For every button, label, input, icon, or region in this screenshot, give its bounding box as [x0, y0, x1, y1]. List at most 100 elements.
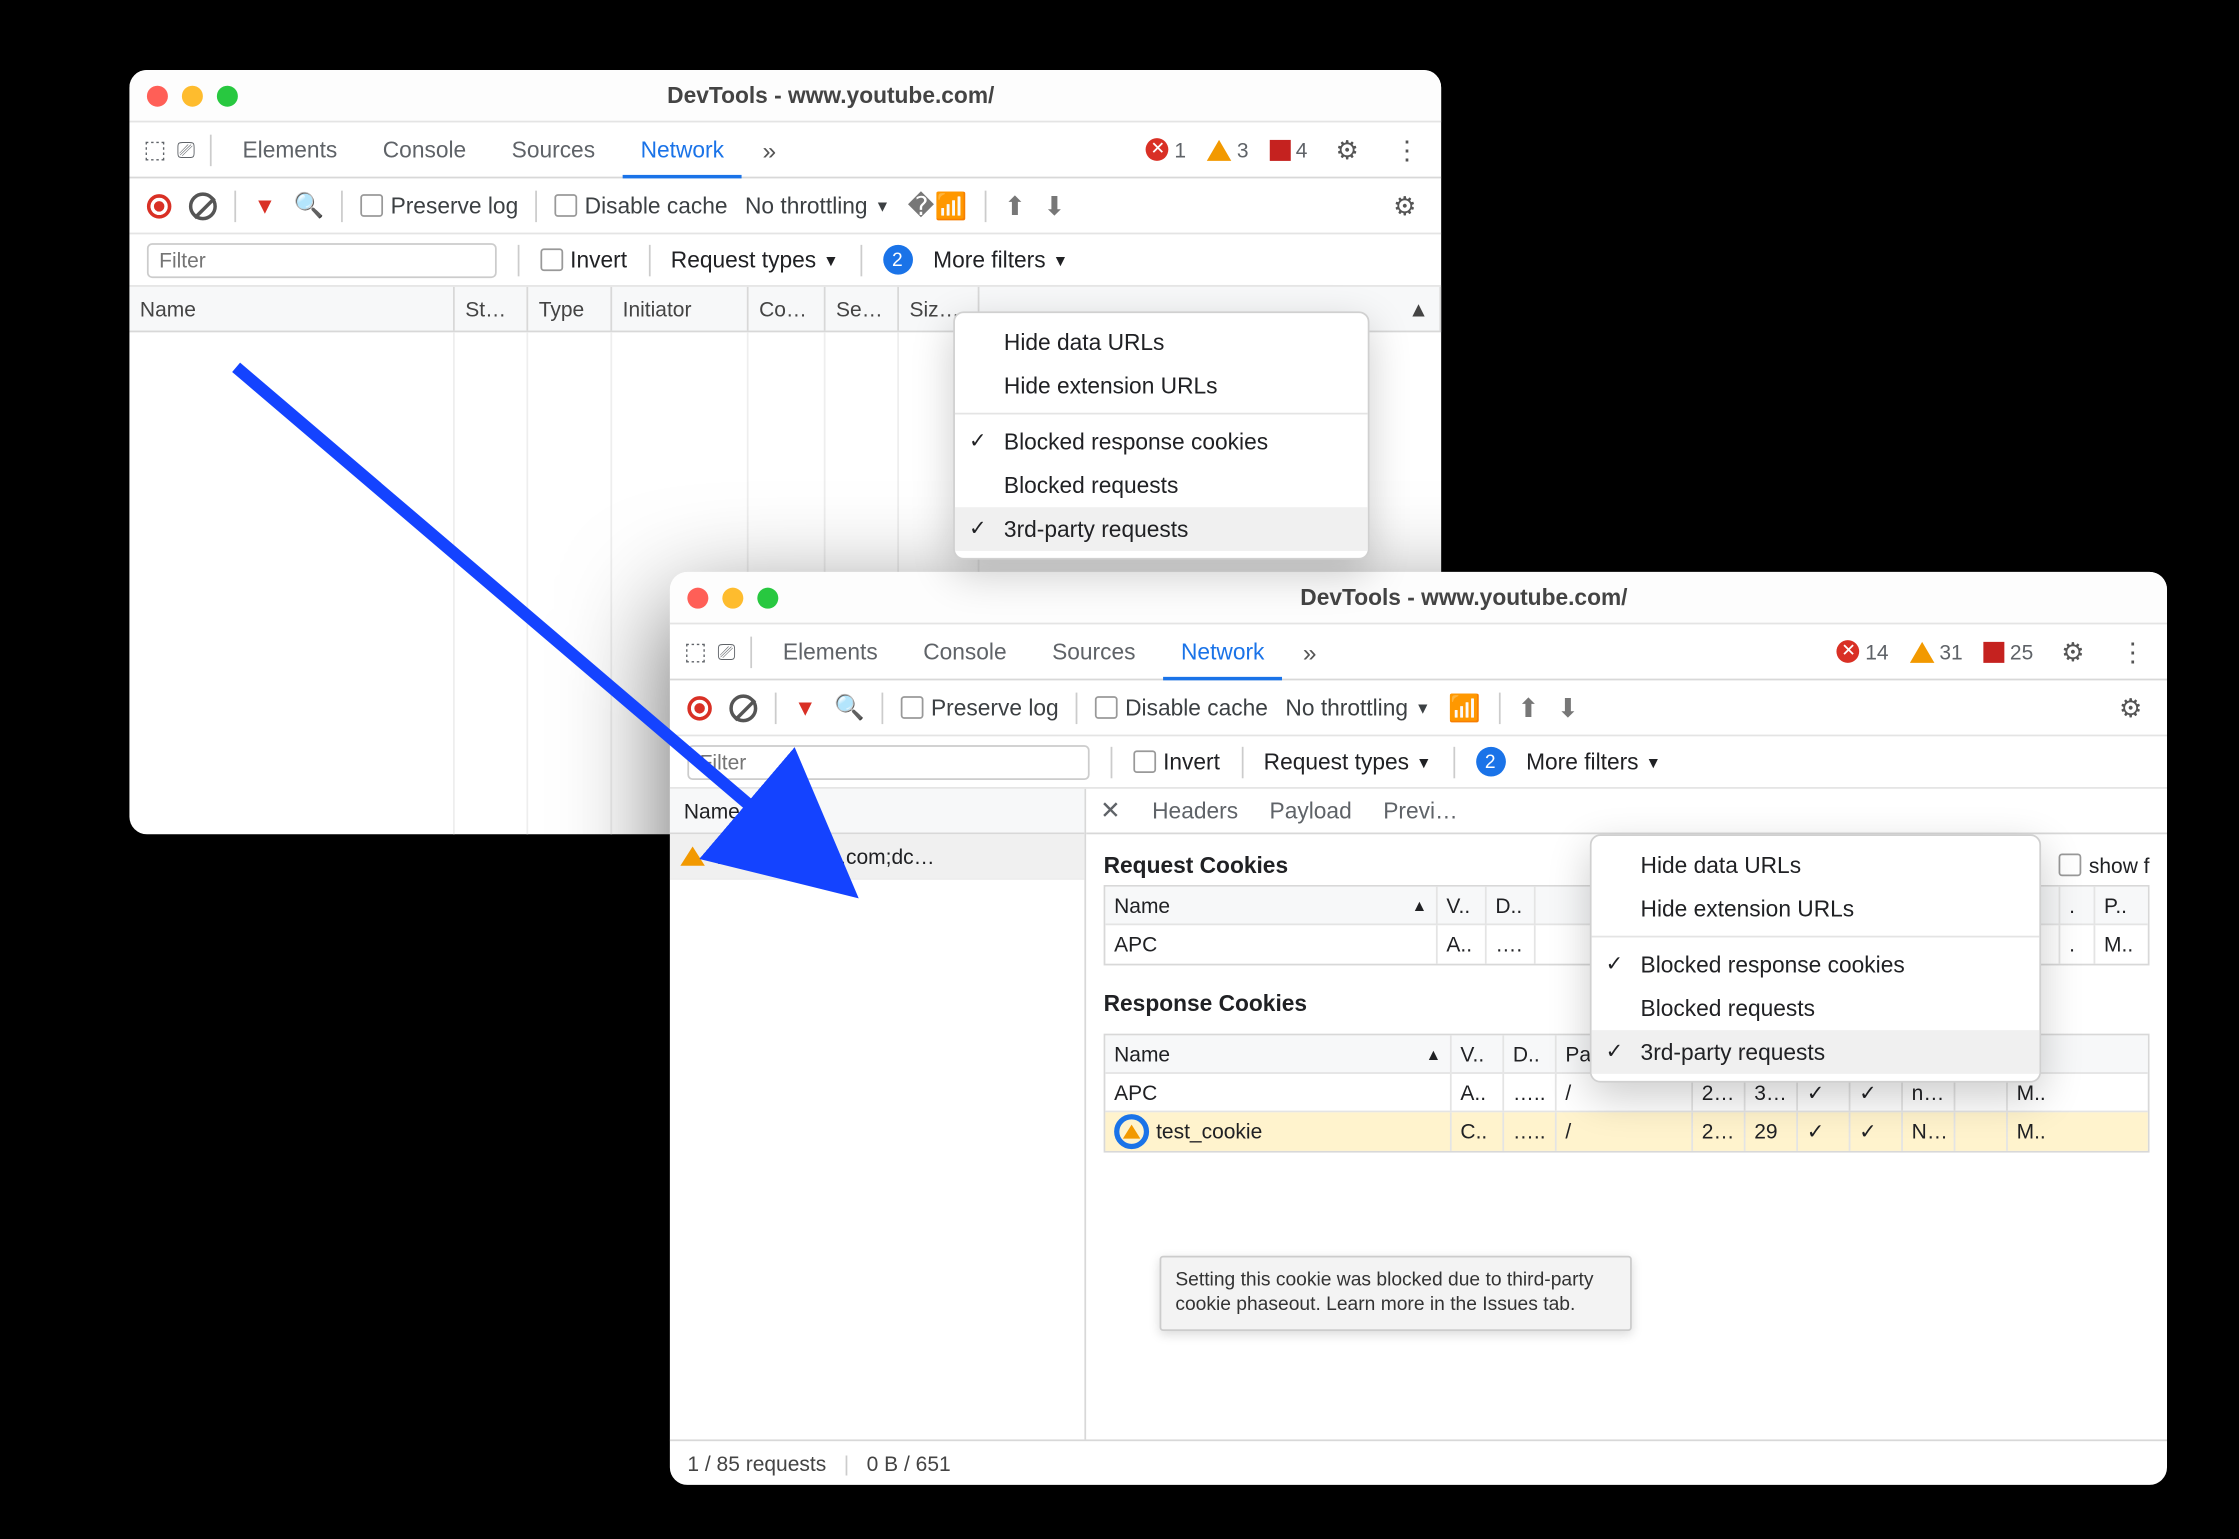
search-icon[interactable]: 🔍	[834, 693, 864, 723]
issue-count[interactable]: 4	[1270, 137, 1308, 161]
menu-blocked-response-cookies[interactable]: Blocked response cookies	[1592, 943, 2040, 987]
request-row[interactable]: www.youtube.com;dc…	[670, 834, 1085, 879]
more-filters-select[interactable]: More filters▼	[933, 247, 1068, 273]
download-icon[interactable]: ⬇	[1557, 692, 1579, 723]
invert-checkbox[interactable]: Invert	[1133, 749, 1220, 775]
issue-count[interactable]: 25	[1984, 639, 2034, 663]
zoom-icon[interactable]	[217, 85, 238, 106]
record-icon[interactable]	[147, 193, 171, 217]
window-title: DevTools - www.youtube.com/	[778, 584, 2149, 610]
col-p[interactable]: P..	[2095, 887, 2147, 924]
col-initiator[interactable]: Initiator	[612, 287, 748, 331]
menu-blocked-response-cookies[interactable]: Blocked response cookies	[955, 420, 1368, 464]
minimize-icon[interactable]	[722, 587, 743, 608]
table-row[interactable]: test_cookie C.. ….. / 2… 29 ✓ ✓ N… M..	[1105, 1112, 2147, 1150]
warning-count[interactable]: 3	[1207, 137, 1248, 161]
search-icon[interactable]: 🔍	[294, 191, 324, 221]
preserve-log-checkbox[interactable]: Preserve log	[361, 192, 518, 218]
tab-headers[interactable]: Headers	[1152, 798, 1238, 824]
clear-icon[interactable]	[189, 192, 217, 220]
gear-icon[interactable]: ⚙	[2054, 636, 2092, 667]
tab-payload[interactable]: Payload	[1270, 798, 1352, 824]
more-tabs-icon[interactable]: »	[752, 136, 787, 164]
show-filtered-checkbox[interactable]: show f	[2059, 853, 2149, 877]
col-content[interactable]: Co…	[749, 287, 826, 331]
col-domain[interactable]: D..	[1487, 887, 1536, 924]
filter-icon[interactable]: ▼	[254, 192, 277, 218]
device-icon[interactable]: ⎚	[717, 638, 735, 666]
kebab-icon[interactable]: ⋮	[2113, 636, 2153, 667]
network-toolbar: ▼ 🔍 Preserve log Disable cache No thrott…	[129, 178, 1441, 234]
settings-icon[interactable]: ⚙	[2112, 692, 2150, 723]
col-type[interactable]: Type	[528, 287, 612, 331]
titlebar: DevTools - www.youtube.com/	[670, 572, 2167, 624]
col-name[interactable]: Name▲	[1105, 887, 1437, 924]
detail-tabbar: ✕ Headers Payload Previ…	[1086, 789, 2167, 834]
menu-3rd-party-requests[interactable]: 3rd-party requests	[955, 507, 1368, 551]
close-icon[interactable]	[147, 85, 168, 106]
device-icon[interactable]: ⎚	[177, 136, 195, 164]
menu-hide-data-urls[interactable]: Hide data URLs	[1592, 843, 2040, 887]
disable-cache-checkbox[interactable]: Disable cache	[555, 192, 728, 218]
zoom-icon[interactable]	[757, 587, 778, 608]
disable-cache-checkbox[interactable]: Disable cache	[1095, 694, 1268, 720]
col-name[interactable]: Name	[129, 287, 454, 331]
warning-count[interactable]: 31	[1910, 639, 1963, 663]
upload-icon[interactable]: ⬆	[1518, 692, 1540, 723]
more-filters-select[interactable]: More filters▼	[1526, 749, 1661, 775]
filter-bar: Invert Request types▼ 2 More filters▼	[129, 234, 1441, 286]
col-domain[interactable]: D..	[1504, 1035, 1556, 1072]
network-conditions-icon[interactable]: 📶	[1448, 692, 1481, 723]
more-filters-popup: Hide data URLs Hide extension URLs Block…	[953, 311, 1369, 559]
download-icon[interactable]: ⬇	[1043, 190, 1065, 221]
tab-preview[interactable]: Previ…	[1383, 798, 1458, 824]
request-cookies-title: Request Cookies	[1104, 852, 1288, 878]
kebab-icon[interactable]: ⋮	[1387, 134, 1427, 165]
clear-icon[interactable]	[729, 693, 757, 721]
error-count[interactable]: ✕1	[1146, 137, 1186, 161]
tab-sources[interactable]: Sources	[1035, 624, 1153, 680]
tab-elements[interactable]: Elements	[765, 624, 895, 680]
col-name[interactable]: Name	[670, 789, 1085, 834]
more-tabs-icon[interactable]: »	[1292, 638, 1327, 666]
tab-network[interactable]: Network	[1164, 624, 1282, 680]
throttling-select[interactable]: No throttling▼	[745, 192, 890, 218]
gear-icon[interactable]: ⚙	[1328, 134, 1366, 165]
inspect-icon[interactable]: ⬚	[143, 135, 166, 165]
inspect-icon[interactable]: ⬚	[684, 637, 707, 667]
col-dot[interactable]: .	[2060, 887, 2095, 924]
close-icon[interactable]	[687, 587, 708, 608]
tab-network[interactable]: Network	[623, 122, 741, 178]
throttling-select[interactable]: No throttling▼	[1285, 694, 1430, 720]
filter-input[interactable]	[687, 744, 1089, 779]
tab-elements[interactable]: Elements	[225, 122, 355, 178]
request-types-select[interactable]: Request types▼	[671, 247, 839, 273]
col-value[interactable]: V..	[1438, 887, 1487, 924]
col-name[interactable]: Name▲	[1105, 1035, 1451, 1072]
menu-hide-extension-urls[interactable]: Hide extension URLs	[955, 364, 1368, 408]
tab-console[interactable]: Console	[906, 624, 1024, 680]
tab-console[interactable]: Console	[365, 122, 483, 178]
filter-icon[interactable]: ▼	[794, 694, 817, 720]
preserve-log-checkbox[interactable]: Preserve log	[901, 694, 1058, 720]
request-types-select[interactable]: Request types▼	[1264, 749, 1432, 775]
settings-icon[interactable]: ⚙	[1386, 190, 1424, 221]
invert-checkbox[interactable]: Invert	[540, 247, 627, 273]
menu-hide-extension-urls[interactable]: Hide extension URLs	[1592, 887, 2040, 931]
record-icon[interactable]	[687, 695, 711, 719]
tab-sources[interactable]: Sources	[494, 122, 612, 178]
status-bar: 1 / 85 requests | 0 B / 651	[670, 1439, 2167, 1484]
network-conditions-icon[interactable]: �📶	[908, 190, 968, 221]
col-value[interactable]: V..	[1452, 1035, 1504, 1072]
error-count[interactable]: ✕14	[1837, 639, 1888, 663]
minimize-icon[interactable]	[182, 85, 203, 106]
upload-icon[interactable]: ⬆	[1004, 190, 1026, 221]
menu-hide-data-urls[interactable]: Hide data URLs	[955, 320, 1368, 364]
menu-blocked-requests[interactable]: Blocked requests	[955, 463, 1368, 507]
menu-blocked-requests[interactable]: Blocked requests	[1592, 986, 2040, 1030]
close-detail-icon[interactable]: ✕	[1100, 796, 1121, 826]
col-set[interactable]: Se…	[826, 287, 899, 331]
filter-input[interactable]	[147, 242, 497, 277]
menu-3rd-party-requests[interactable]: 3rd-party requests	[1592, 1030, 2040, 1074]
col-status[interactable]: St…	[455, 287, 528, 331]
